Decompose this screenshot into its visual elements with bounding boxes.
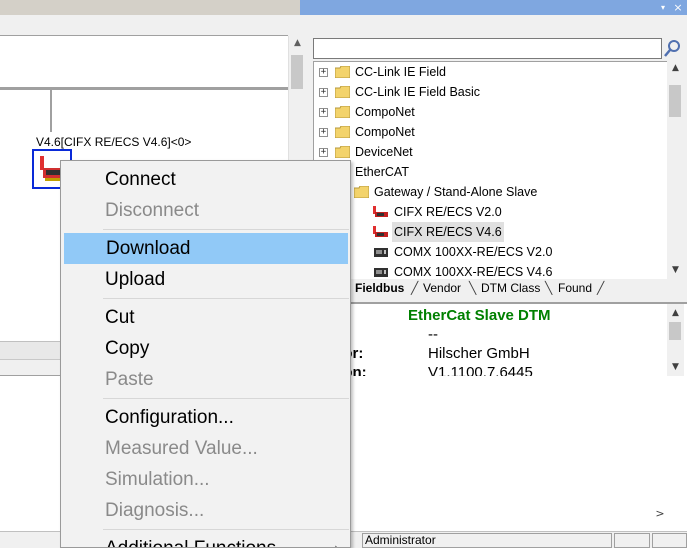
menu-item-paste: Paste [105,369,154,390]
menu-item-label: Additional Functions [105,538,276,547]
device-label: V4.6[CIFX RE/ECS V4.6]<0> [36,135,192,149]
info-value-info: -- [428,326,438,343]
info-value-vendor: Hilscher GmbH [428,345,530,362]
search-button[interactable] [662,38,684,59]
tree-item-componet-2[interactable]: + CompoNet [314,122,667,142]
expand-icon[interactable]: + [319,68,328,77]
info-value-version: V1.1100.7.6445 [428,364,533,376]
tree-item-comx-100xx-re-ecs-v4-6[interactable]: COMX 100XX-RE/ECS V4.6 [314,262,667,279]
scroll-thumb[interactable] [291,55,303,89]
menu-item-connect[interactable]: Connect [63,164,349,195]
scroll-thumb[interactable] [669,85,681,117]
context-menu: Connect Disconnect Download Upload Cut C… [60,160,351,548]
menu-separator [103,398,349,399]
comx-module-icon [374,248,388,257]
comx-module-icon [374,268,388,277]
network-view-border [0,35,288,36]
menu-item-download[interactable]: Download [64,233,348,264]
folder-icon [335,146,350,158]
scroll-thumb[interactable] [669,322,681,340]
expand-icon[interactable]: + [319,128,328,137]
catalog-vertical-scrollbar[interactable]: ▲ ▼ [667,61,684,279]
scroll-up-icon[interactable]: ▲ [289,38,306,52]
scroll-right-icon[interactable]: > [650,507,670,523]
status-cell [614,533,650,548]
expand-icon[interactable]: + [319,88,328,97]
device-info-pane: l: EtherCat Slave DTM o: -- ndor: Hilsch… [311,302,687,376]
scroll-up-icon[interactable]: ▲ [667,63,684,75]
tree-item-label: CompoNet [355,105,415,119]
tab-vendor[interactable]: Vendor [423,280,461,296]
tree-item-componet[interactable]: + CompoNet [314,102,667,122]
catalog-title-bar [300,0,669,15]
catalog-search-input[interactable] [313,38,662,59]
panel-title-bar: ▾ × [0,0,687,15]
cifx-card-icon [373,206,388,217]
catalog-tree[interactable]: + CC-Link IE Field + CC-Link IE Field Ba… [313,61,667,279]
folder-icon [335,126,350,138]
tab-separator: ╲ [469,281,477,295]
menu-separator [103,229,349,230]
scroll-down-icon[interactable]: ▼ [667,362,684,374]
tree-item-label: CompoNet [355,125,415,139]
tree-item-cifx-re-ecs-v4-6[interactable]: CIFX RE/ECS V4.6 [314,222,667,242]
menu-item-configuration[interactable]: Configuration... [63,402,349,433]
tree-item-label: Gateway / Stand-Alone Slave [374,185,538,199]
menu-item-copy[interactable]: Copy [63,333,349,364]
tree-item-label: CC-Link IE Field Basic [355,85,481,99]
tree-item-gateway-stand-alone-slave[interactable]: Gateway / Stand-Alone Slave [314,182,667,202]
menu-item-measured-value: Measured Value... [105,438,258,459]
magnifier-icon [664,40,680,57]
menu-item-upload[interactable]: Upload [63,264,349,295]
menu-item-simulation: Simulation... [105,469,210,490]
status-cell [652,533,687,548]
info-value-name: EtherCat Slave DTM [408,307,551,324]
folder-open-icon [354,186,369,198]
scroll-down-icon[interactable]: ▼ [667,265,684,277]
expand-icon[interactable]: + [319,148,328,157]
tree-item-label: COMX 100XX-RE/ECS V4.6 [394,265,553,279]
expand-icon[interactable]: + [319,108,328,117]
tab-dtm-class[interactable]: DTM Class [481,280,540,296]
status-user: Administrator [362,533,612,548]
cifx-card-icon [373,226,388,237]
tab-separator: ╱ [411,281,419,295]
tab-fieldbus[interactable]: Fieldbus [355,280,404,296]
folder-icon [335,106,350,118]
tree-item-ethercat[interactable]: - EtherCAT [314,162,667,182]
close-icon[interactable]: × [669,0,687,15]
tree-item-devicenet[interactable]: + DeviceNet [314,142,667,162]
tree-item-label: EtherCAT [355,165,409,179]
catalog-tabs: Fieldbus ╱ Vendor ╲ DTM Class ╲ Found ╱ [313,279,684,298]
tree-item-cifx-re-ecs-v2-0[interactable]: CIFX RE/ECS V2.0 [314,202,667,222]
info-vertical-scrollbar[interactable]: ▲ ▼ [667,304,684,376]
tree-item-cc-link-ie-field[interactable]: + CC-Link IE Field [314,62,667,82]
tree-item-cc-link-ie-field-basic[interactable]: + CC-Link IE Field Basic [314,82,667,102]
tree-item-label: CC-Link IE Field [355,65,446,79]
tree-item-label: COMX 100XX-RE/ECS V2.0 [394,245,553,259]
menu-item-cut[interactable]: Cut [63,302,349,333]
menu-separator [103,298,349,299]
menu-item-additional-functions[interactable]: Additional Functions › [63,533,349,548]
tree-item-comx-100xx-re-ecs-v2-0[interactable]: COMX 100XX-RE/ECS V2.0 [314,242,667,262]
tree-item-label: CIFX RE/ECS V4.6 [392,222,504,242]
dropdown-icon[interactable]: ▾ [657,0,669,15]
bus-line [0,87,288,90]
tab-separator: ╲ [545,281,553,295]
device-drop-line [50,90,52,132]
folder-icon [335,86,350,98]
tree-item-label: CIFX RE/ECS V2.0 [394,205,502,219]
tree-item-label: DeviceNet [355,145,413,159]
folder-icon [335,66,350,78]
menu-item-disconnect: Disconnect [105,200,199,221]
tab-found[interactable]: Found [558,280,592,296]
menu-separator [103,529,349,530]
scroll-up-icon[interactable]: ▲ [667,308,684,320]
tab-separator: ╱ [597,281,605,295]
menu-item-diagnosis: Diagnosis... [105,500,205,521]
submenu-arrow-icon: › [334,541,339,548]
